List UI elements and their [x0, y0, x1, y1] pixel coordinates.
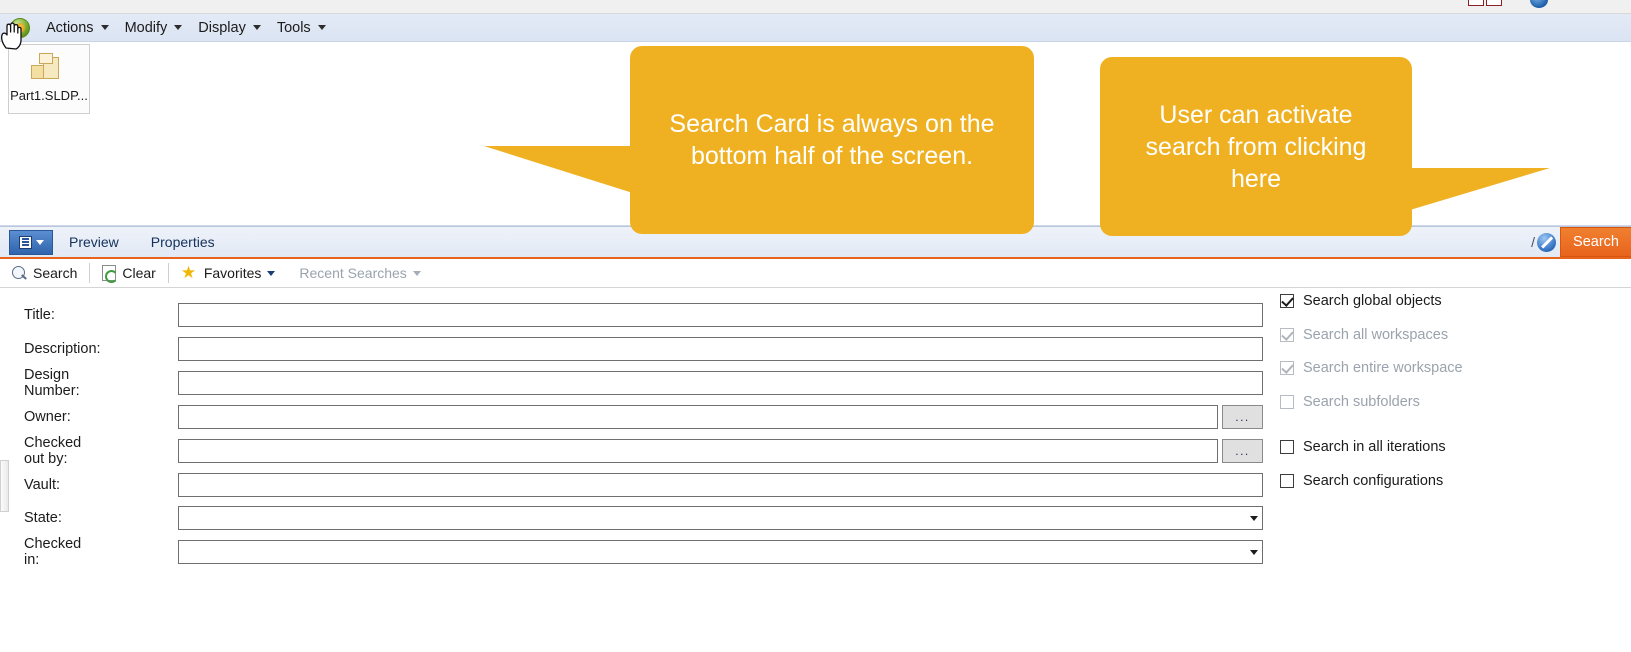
pane-splitter-handle[interactable]: [0, 460, 9, 512]
checkbox-icon[interactable]: [1280, 327, 1294, 342]
vault-input[interactable]: [178, 473, 1263, 497]
window-icon-b[interactable]: [1486, 0, 1502, 6]
chevron-down-icon: [35, 239, 44, 245]
checkbox-icon[interactable]: [1280, 440, 1294, 454]
window-chrome-strip: [0, 0, 1631, 14]
search-card-screen: Actions Modify Display Tools Part1.SLDP.…: [0, 0, 1631, 652]
menu-item-actions[interactable]: Actions: [40, 17, 119, 39]
design-number-input[interactable]: [178, 371, 1263, 395]
field-label-checked-out-by: Checked out by:: [24, 435, 82, 467]
option-search-entire-workspace[interactable]: Search entire workspace: [1280, 356, 1580, 380]
checkbox-icon[interactable]: [1280, 394, 1294, 409]
list-menu-icon: [18, 235, 32, 249]
option-label: Search entire workspace: [1303, 360, 1463, 376]
checkbox-icon[interactable]: [1280, 294, 1294, 308]
separator-text: /: [1531, 234, 1536, 250]
chevron-down-icon: [174, 25, 183, 30]
card-menu-button[interactable]: [9, 229, 53, 255]
checkbox-icon[interactable]: [1280, 361, 1294, 375]
option-label: Search subfolders: [1303, 393, 1420, 410]
option-label: Search global objects: [1303, 293, 1442, 309]
owner-browse-button[interactable]: ...: [1222, 405, 1263, 429]
file-item[interactable]: Part1.SLDP...: [8, 44, 90, 114]
option-label: Search in all iterations: [1303, 439, 1446, 455]
toolbar-item-label: Recent Searches: [299, 265, 407, 281]
search-options-group: Search global objects Search all workspa…: [1280, 289, 1580, 502]
menu-item-tools[interactable]: Tools: [271, 17, 336, 39]
tab-preview[interactable]: Preview: [53, 234, 135, 250]
callout-search-card-position: Search Card is always on the bottom half…: [630, 46, 1034, 234]
callout-tail: [1410, 168, 1550, 210]
tab-properties[interactable]: Properties: [135, 234, 231, 250]
menu-item-label: Display: [198, 19, 246, 36]
toolbar-clear-button[interactable]: Clear: [90, 259, 167, 287]
checkbox-icon[interactable]: [1280, 473, 1294, 488]
option-search-all-workspaces[interactable]: Search all workspaces: [1280, 323, 1580, 347]
menu-item-label: Modify: [124, 19, 168, 36]
3d-part-icon: [29, 51, 69, 83]
menu-item-display[interactable]: Display: [192, 17, 271, 39]
option-search-subfolders[interactable]: Search subfolders: [1280, 390, 1580, 414]
chevron-down-icon: [1250, 550, 1258, 555]
callout-tail: [484, 146, 636, 194]
checked-out-by-input[interactable]: [178, 439, 1218, 463]
toolbar-item-label: Clear: [122, 265, 156, 281]
option-label: Search configurations: [1303, 472, 1444, 489]
chevron-down-icon: [267, 270, 276, 276]
help-globe-icon[interactable]: [1530, 0, 1548, 8]
field-label-design-number: Design Number:: [24, 367, 80, 399]
title-input[interactable]: [178, 303, 1263, 327]
toolbar-item-label: Favorites: [203, 265, 262, 281]
clear-refresh-icon: [102, 265, 119, 283]
options-spacer: [1280, 423, 1580, 435]
toolbar-recent-searches-button[interactable]: Recent Searches: [287, 259, 432, 287]
field-label-vault: Vault:: [24, 477, 61, 493]
chevron-down-icon: [252, 25, 261, 30]
toolbar-favorites-button[interactable]: ★ Favorites: [169, 259, 288, 287]
search-toolbar: Search Clear ★ Favorites Recent Searches: [0, 259, 1631, 288]
field-label-description: Description:: [24, 341, 101, 357]
menu-item-modify[interactable]: Modify: [119, 17, 193, 39]
option-search-global-objects[interactable]: Search global objects: [1280, 289, 1580, 313]
file-name-label: Part1.SLDP...: [10, 88, 88, 103]
card-tab-bar-right: / Search: [1531, 227, 1631, 257]
field-label-owner: Owner:: [24, 409, 71, 425]
chevron-down-icon: [1250, 516, 1258, 521]
toolbar-item-label: Search: [33, 265, 78, 281]
chevron-down-icon: [317, 25, 326, 30]
owner-input[interactable]: [178, 405, 1218, 429]
window-icon-a[interactable]: [1468, 0, 1484, 6]
option-label: Search all workspaces: [1303, 326, 1449, 343]
description-input[interactable]: [178, 337, 1263, 361]
field-label-title: Title:: [24, 307, 55, 323]
search-button[interactable]: Search: [1560, 227, 1631, 257]
magnifier-icon: [12, 265, 27, 281]
menu-bar: Actions Modify Display Tools: [0, 14, 1631, 42]
chevron-down-icon: [100, 25, 109, 30]
no-entry-icon[interactable]: [1537, 232, 1557, 252]
checked-out-by-browse-button[interactable]: ...: [1222, 439, 1263, 463]
mouse-cursor-hand-icon: [0, 22, 22, 50]
callout-text: Search Card is always on the bottom half…: [669, 110, 995, 170]
callout-activate-search: User can activate search from clicking h…: [1100, 57, 1412, 236]
menu-item-label: Actions: [46, 19, 94, 36]
state-select[interactable]: [178, 506, 1263, 530]
chevron-down-icon: [412, 270, 421, 276]
checked-in-select[interactable]: [178, 540, 1263, 564]
callout-text: User can activate search from clicking h…: [1145, 100, 1367, 193]
option-search-in-all-iterations[interactable]: Search in all iterations: [1280, 435, 1580, 459]
field-label-state: State:: [24, 510, 62, 526]
field-label-checked-in: Checked in:: [24, 536, 82, 568]
star-icon: ★: [180, 263, 197, 282]
toolbar-search-button[interactable]: Search: [0, 259, 89, 287]
menu-item-label: Tools: [276, 19, 311, 36]
option-search-configurations[interactable]: Search configurations: [1280, 469, 1580, 493]
